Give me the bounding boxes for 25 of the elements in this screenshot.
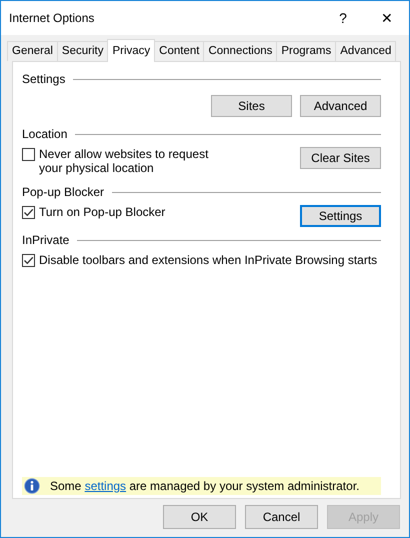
tab[interactable]: Privacy xyxy=(107,39,156,62)
dialog-button[interactable]: Clear Sites xyxy=(300,147,381,169)
info-icon xyxy=(24,478,40,494)
checkbox-label[interactable]: Never allow websites to request your physical location xyxy=(39,147,229,175)
tab[interactable]: Advanced xyxy=(335,41,396,61)
checkbox[interactable] xyxy=(22,206,35,219)
checkbox[interactable] xyxy=(22,148,35,161)
section-title: Pop-up Blocker xyxy=(22,184,104,201)
section-title: InPrivate xyxy=(22,232,70,249)
window-title: Internet Options xyxy=(9,10,96,27)
tab[interactable]: General xyxy=(7,41,58,61)
checkbox[interactable] xyxy=(22,254,35,267)
settings-link[interactable]: settings xyxy=(84,479,126,493)
checkbox-label[interactable]: Disable toolbars and extensions when InPrivate Browsing starts xyxy=(39,253,378,267)
dialog-button[interactable]: Sites xyxy=(211,95,292,117)
section-title: Location xyxy=(22,126,68,143)
ok-button[interactable]: OK xyxy=(163,505,236,529)
checkbox-label[interactable]: Turn on Pop-up Blocker xyxy=(39,205,166,219)
dialog-button[interactable]: Advanced xyxy=(300,95,381,117)
help-button[interactable]: ? xyxy=(321,8,365,28)
dialog-button[interactable]: Settings xyxy=(300,205,381,227)
notice-text: Some settings are managed by your system administrator. xyxy=(50,478,360,495)
section-title: Settings xyxy=(22,71,66,88)
close-button[interactable]: ✕ xyxy=(365,8,409,28)
cancel-button[interactable]: Cancel xyxy=(245,505,318,529)
